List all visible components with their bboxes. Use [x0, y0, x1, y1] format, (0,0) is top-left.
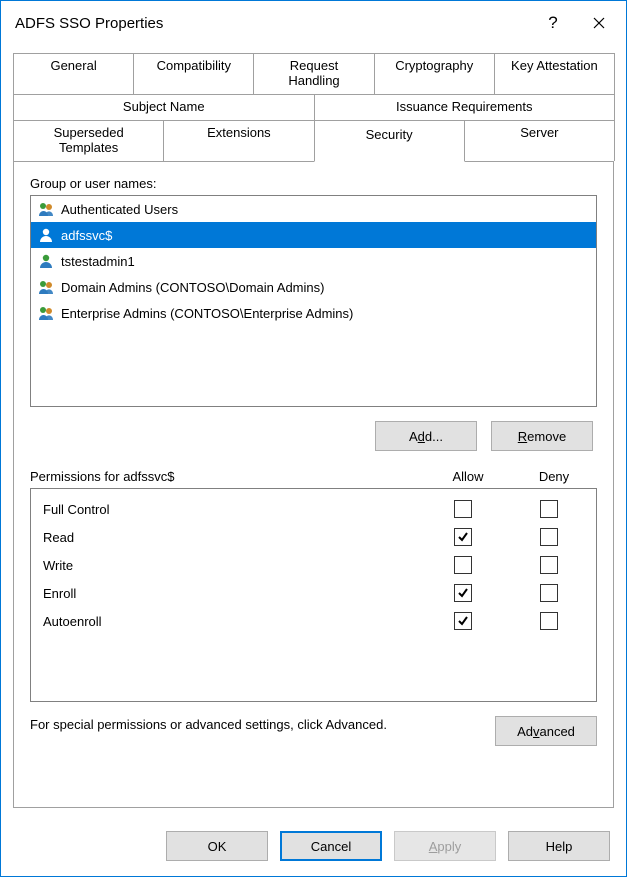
checkbox[interactable]: [540, 528, 558, 546]
checkbox[interactable]: [540, 584, 558, 602]
permission-name: Autoenroll: [43, 614, 420, 629]
principals-list[interactable]: Authenticated Users adfssvc$ tstestadmin1 D…: [30, 195, 597, 407]
tab-general[interactable]: General: [13, 53, 134, 94]
tab-subject-name[interactable]: Subject Name: [13, 94, 315, 120]
tab-cryptography[interactable]: Cryptography: [374, 53, 495, 94]
permission-row: Read: [43, 523, 592, 551]
advanced-hint: For special permissions or advanced sett…: [30, 716, 483, 734]
principals-label: Group or user names:: [30, 176, 597, 191]
principal-name: tstestadmin1: [61, 254, 135, 269]
checkbox[interactable]: [540, 612, 558, 630]
principal-name: Enterprise Admins (CONTOSO\Enterprise Ad…: [61, 306, 353, 321]
permission-name: Write: [43, 558, 420, 573]
permission-name: Enroll: [43, 586, 420, 601]
tab-compatibility[interactable]: Compatibility: [133, 53, 254, 94]
advanced-button[interactable]: Advanced: [495, 716, 597, 746]
principal-name: Authenticated Users: [61, 202, 178, 217]
permissions-list: Full Control Read Write Enroll Autoenroll: [30, 488, 597, 702]
permission-name: Read: [43, 530, 420, 545]
principal-name: Domain Admins (CONTOSO\Domain Admins): [61, 280, 324, 295]
security-panel: Group or user names: Authenticated Users…: [13, 161, 614, 808]
window-title: ADFS SSO Properties: [15, 15, 163, 32]
deny-column-label: Deny: [511, 469, 597, 484]
ok-button[interactable]: OK: [166, 831, 268, 861]
permission-row: Autoenroll: [43, 607, 592, 635]
checkbox[interactable]: [454, 612, 472, 630]
tab-extensions[interactable]: Extensions: [163, 120, 314, 161]
close-icon[interactable]: [576, 7, 622, 39]
principal-name: adfssvc$: [61, 228, 112, 243]
add-button[interactable]: Add...: [375, 421, 477, 451]
list-item[interactable]: Authenticated Users: [31, 196, 596, 222]
permission-row: Write: [43, 551, 592, 579]
allow-column-label: Allow: [425, 469, 511, 484]
tab-server[interactable]: Server: [464, 120, 615, 161]
list-item[interactable]: tstestadmin1: [31, 248, 596, 274]
checkbox[interactable]: [454, 528, 472, 546]
permission-row: Full Control: [43, 495, 592, 523]
permissions-label: Permissions for adfssvc$: [30, 469, 425, 484]
checkbox[interactable]: [540, 556, 558, 574]
tab-issuance-requirements[interactable]: Issuance Requirements: [314, 94, 616, 120]
list-item[interactable]: adfssvc$: [31, 222, 596, 248]
tab-security[interactable]: Security: [314, 120, 465, 162]
tab-request-handling[interactable]: Request Handling: [253, 53, 374, 94]
list-item[interactable]: Enterprise Admins (CONTOSO\Enterprise Ad…: [31, 300, 596, 326]
checkbox[interactable]: [454, 500, 472, 518]
permission-name: Full Control: [43, 502, 420, 517]
permission-row: Enroll: [43, 579, 592, 607]
remove-button[interactable]: Remove: [491, 421, 593, 451]
apply-button[interactable]: Apply: [394, 831, 496, 861]
titlebar: ADFS SSO Properties ?: [1, 1, 626, 45]
tab-superseded-templates[interactable]: Superseded Templates: [13, 120, 164, 161]
list-item[interactable]: Domain Admins (CONTOSO\Domain Admins): [31, 274, 596, 300]
dialog-buttons: OK Cancel Apply Help: [1, 816, 626, 876]
cancel-button[interactable]: Cancel: [280, 831, 382, 861]
checkbox[interactable]: [454, 556, 472, 574]
tab-key-attestation[interactable]: Key Attestation: [494, 53, 615, 94]
help-icon[interactable]: ?: [530, 7, 576, 39]
checkbox[interactable]: [454, 584, 472, 602]
checkbox[interactable]: [540, 500, 558, 518]
properties-dialog: ADFS SSO Properties ? GeneralCompatibili…: [0, 0, 627, 877]
tabs: GeneralCompatibilityRequest HandlingCryp…: [1, 45, 626, 161]
help-button[interactable]: Help: [508, 831, 610, 861]
